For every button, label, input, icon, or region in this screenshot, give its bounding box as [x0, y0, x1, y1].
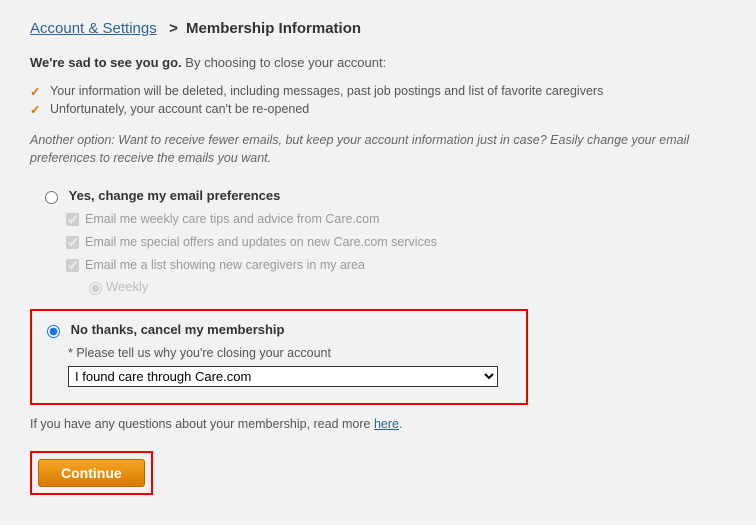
checkbox-offers-label: Email me special offers and updates on n… [85, 234, 437, 248]
radio-cancel[interactable] [47, 325, 60, 338]
email-pref-options: Email me weekly care tips and advice fro… [62, 210, 726, 296]
checkbox-tips[interactable] [66, 213, 79, 226]
other-option-note: Another option: Want to receive fewer em… [30, 132, 726, 167]
list-item: Unfortunately, your account can't be re-… [30, 102, 726, 116]
checkbox-caregivers-row: Email me a list showing new caregivers i… [62, 256, 726, 275]
intro-bold: We're sad to see you go. [30, 55, 182, 70]
reason-select[interactable]: I found care through Care.com [68, 366, 498, 387]
intro-text: We're sad to see you go. By choosing to … [30, 55, 726, 70]
radio-weekly-label: Weekly [106, 279, 148, 294]
questions-prefix: If you have any questions about your mem… [30, 417, 374, 431]
radio-email-prefs[interactable] [45, 191, 58, 204]
questions-period: . [399, 417, 402, 431]
checkbox-tips-label: Email me weekly care tips and advice fro… [85, 211, 380, 225]
cancel-membership-highlight: No thanks, cancel my membership * Please… [30, 309, 528, 405]
radio-cancel-label: No thanks, cancel my membership [71, 322, 285, 337]
breadcrumb-separator: > [165, 20, 178, 37]
breadcrumb-link-account-settings[interactable]: Account & Settings [30, 20, 157, 37]
frequency-option: Weekly [84, 279, 726, 296]
checkbox-caregivers-label: Email me a list showing new caregivers i… [85, 257, 365, 271]
questions-text: If you have any questions about your mem… [30, 417, 726, 431]
radio-email-prefs-label: Yes, change my email preferences [69, 188, 281, 203]
intro-rest: By choosing to close your account: [182, 55, 387, 70]
radio-weekly[interactable] [89, 282, 102, 295]
checkbox-offers[interactable] [66, 236, 79, 249]
option-cancel: No thanks, cancel my membership [42, 321, 516, 338]
checkbox-caregivers[interactable] [66, 259, 79, 272]
continue-highlight: Continue [30, 451, 153, 495]
reason-prompt: * Please tell us why you're closing your… [68, 346, 516, 360]
read-more-link[interactable]: here [374, 417, 399, 431]
continue-button[interactable]: Continue [38, 459, 145, 487]
checkbox-offers-row: Email me special offers and updates on n… [62, 233, 726, 252]
consequences-list: Your information will be deleted, includ… [30, 84, 726, 116]
breadcrumb-current: Membership Information [186, 20, 361, 37]
list-item: Your information will be deleted, includ… [30, 84, 726, 98]
breadcrumb: Account & Settings > Membership Informat… [30, 20, 726, 37]
option-email-prefs: Yes, change my email preferences [40, 187, 726, 204]
checkbox-tips-row: Email me weekly care tips and advice fro… [62, 210, 726, 229]
